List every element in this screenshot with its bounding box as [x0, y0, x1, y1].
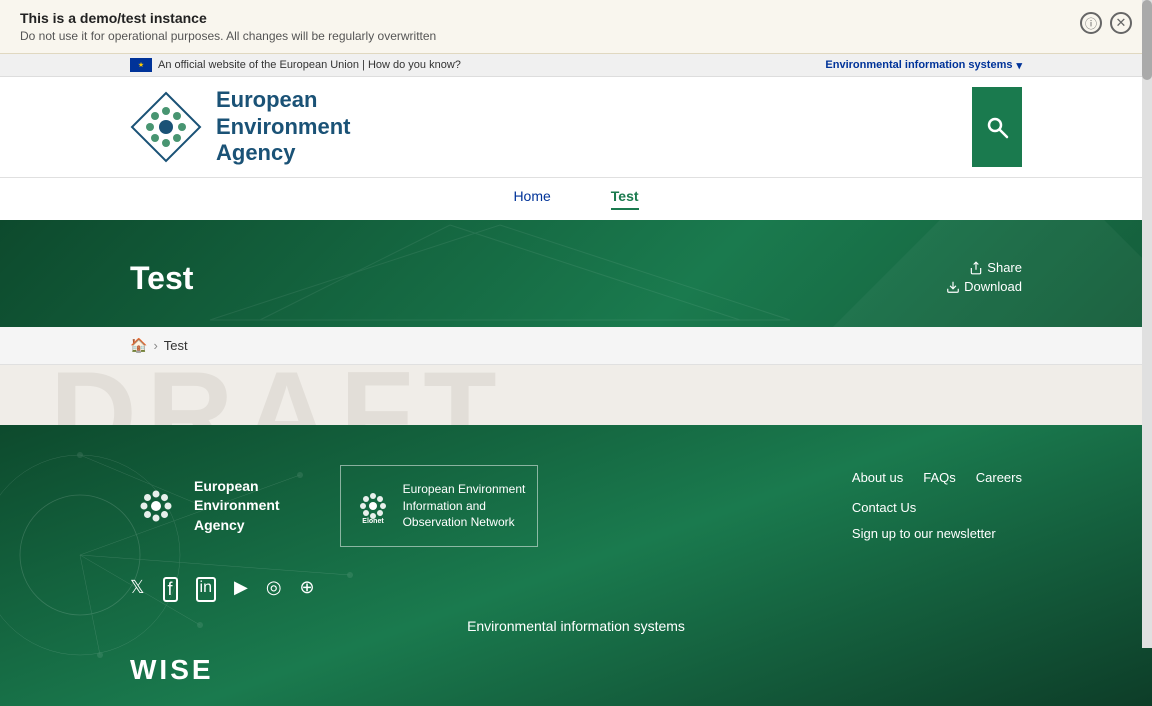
watermark-text: DRAFT [50, 365, 507, 425]
footer-eea-logo-icon [130, 480, 182, 532]
main-nav: Home Test [0, 177, 1152, 220]
hero-decoration [200, 220, 800, 327]
info-icon[interactable]: ⓘ [1080, 12, 1102, 34]
footer-agency-line2: Environment [194, 497, 280, 513]
social-icons: 𝕏 f in ▶ ◎ ⊕ [130, 577, 1022, 602]
download-label: Download [964, 279, 1022, 294]
demo-banner-subtitle: Do not use it for operational purposes. … [20, 29, 436, 43]
eu-bar-left: ★ An official website of the European Un… [130, 58, 461, 72]
breadcrumb-current: Test [164, 338, 188, 353]
newsletter-link[interactable]: Sign up to our newsletter [852, 526, 996, 541]
eu-flag: ★ [130, 58, 152, 72]
svg-text:Elonet: Elonet [362, 518, 384, 525]
breadcrumb-home-link[interactable]: 🏠 [130, 337, 147, 354]
footer-top: European Environment Agency E [130, 465, 1022, 547]
share-label: Share [987, 260, 1022, 275]
eu-bar: ★ An official website of the European Un… [0, 54, 1152, 77]
footer-links-row2: Contact Us [852, 495, 1022, 521]
facebook-icon[interactable]: f [163, 577, 178, 602]
chevron-down-icon: ▾ [1016, 59, 1022, 72]
scrollbar[interactable] [1142, 0, 1152, 648]
footer-links-row3: Sign up to our newsletter [852, 521, 1022, 547]
page-hero: Test Share Download [0, 220, 1152, 327]
demo-banner: This is a demo/test instance Do not use … [0, 0, 1152, 54]
about-us-link[interactable]: About us [852, 465, 903, 491]
share-icon [969, 261, 983, 275]
site-header: European Environment Agency [0, 77, 1152, 177]
demo-banner-actions: ⓘ ✕ [1080, 12, 1132, 34]
eea-logo-icon [130, 91, 202, 163]
demo-banner-text: This is a demo/test instance Do not use … [20, 10, 436, 43]
download-icon [946, 280, 960, 294]
eu-bar-text: An official website of the European Unio… [158, 59, 461, 71]
search-icon [985, 115, 1009, 139]
faqs-link[interactable]: FAQs [923, 465, 956, 491]
agency-name-line1: European [216, 87, 317, 112]
elonet-desc-line2: Information and [403, 499, 486, 513]
close-icon[interactable]: ✕ [1110, 12, 1132, 34]
breadcrumb: 🏠 › Test [0, 327, 1152, 365]
elonet-desc-line1: European Environment [403, 482, 526, 496]
footer-logo: European Environment Agency [130, 465, 280, 547]
breadcrumb-separator: › [153, 338, 157, 353]
footer-links: About us FAQs Careers Contact Us Sign up… [852, 465, 1022, 547]
elonet-desc-line3: Observation Network [403, 515, 515, 529]
share-button[interactable]: Share [969, 260, 1022, 275]
scrollbar-thumb[interactable] [1142, 0, 1152, 80]
agency-name-line2: Environment [216, 114, 350, 139]
agency-name-line3: Agency [216, 140, 295, 165]
careers-link[interactable]: Careers [976, 465, 1022, 491]
page-title: Test [130, 260, 193, 297]
youtube-icon[interactable]: ▶ [234, 577, 248, 602]
env-info-systems-toggle[interactable]: Environmental information systems ▾ [825, 59, 1022, 72]
search-button[interactable] [972, 87, 1022, 167]
download-button[interactable]: Download [946, 279, 1022, 294]
env-systems-text: Environmental information systems [467, 618, 685, 634]
env-systems-label: Environmental information systems [825, 59, 1012, 71]
footer-agency-line3: Agency [194, 517, 245, 533]
site-footer: European Environment Agency E [0, 425, 1152, 706]
twitter-icon[interactable]: 𝕏 [130, 577, 145, 602]
footer-env-systems-label: Environmental information systems [130, 618, 1022, 634]
logo-area[interactable]: European Environment Agency [130, 87, 350, 166]
footer-network-decoration [0, 425, 400, 685]
elonet-text: European Environment Information and Obs… [403, 481, 526, 531]
footer-agency-name: European Environment Agency [194, 477, 280, 536]
nav-item-home[interactable]: Home [513, 188, 550, 210]
hero-actions: Share Download [946, 260, 1022, 294]
footer-agency-line1: European [194, 478, 259, 494]
linkedin-icon[interactable]: in [196, 577, 216, 602]
footer-bottom-logos: WISE [130, 654, 1022, 686]
nav-item-test[interactable]: Test [611, 188, 639, 210]
elonet-logo-icon: Elonet [353, 486, 393, 526]
agency-name: European Environment Agency [216, 87, 350, 166]
footer-links-row1: About us FAQs Careers [852, 465, 1022, 491]
contact-link[interactable]: Contact Us [852, 500, 916, 515]
elonet-block: Elonet European Environment Information … [340, 465, 539, 547]
watermark-area: DRAFT [0, 365, 1152, 425]
demo-banner-title: This is a demo/test instance [20, 10, 436, 26]
wise-logo: WISE [130, 654, 214, 686]
rss-icon[interactable]: ⊕ [300, 577, 315, 602]
instagram-icon[interactable]: ◎ [266, 577, 282, 602]
